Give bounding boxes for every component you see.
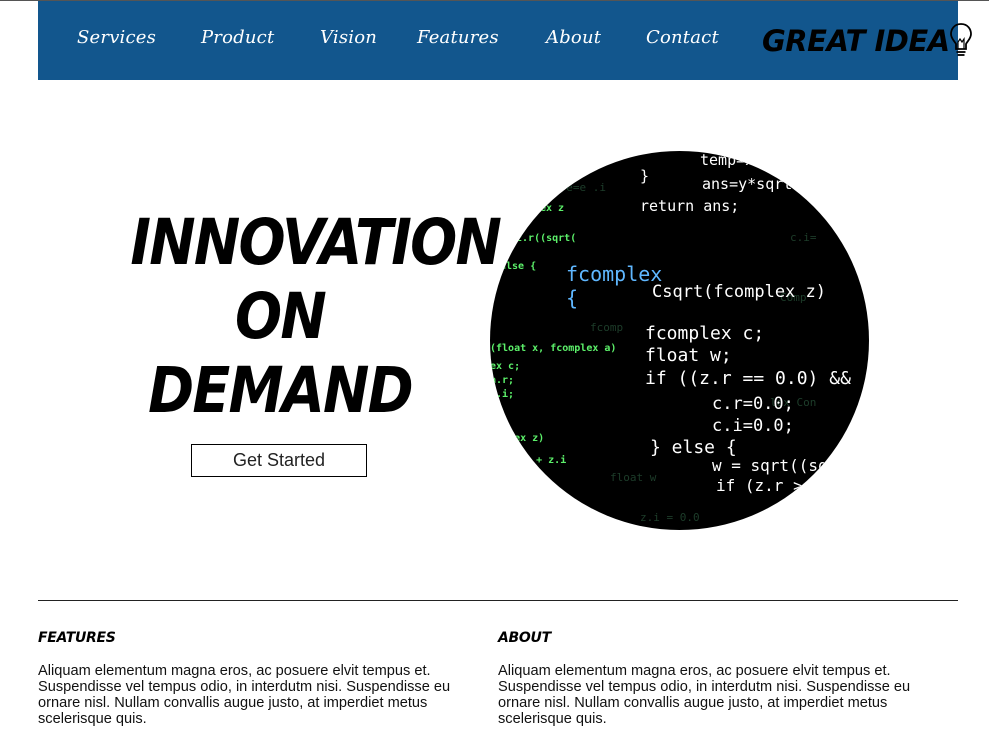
hero-title-line-3: DEMAND — [148, 354, 414, 427]
svg-text:Csqrt(fcomplex z): Csqrt(fcomplex z) — [652, 282, 826, 302]
nav-link-about[interactable]: About — [546, 27, 601, 49]
section-divider — [38, 600, 958, 601]
svg-text:omplex z): omplex z) — [490, 433, 544, 444]
nav-link-product[interactable]: Product — [201, 27, 274, 49]
logo[interactable]: GREAT IDEA — [762, 19, 974, 63]
nav-link-vision[interactable]: Vision — [320, 27, 377, 49]
about-heading: ABOUT — [498, 630, 551, 646]
svg-text:r=r=z.r =: r=r=z.r = — [500, 491, 560, 504]
svg-text:temp=x/y;: temp=x/y; — [700, 151, 781, 169]
svg-text:z.i = 0.0: z.i = 0.0 — [640, 511, 700, 524]
svg-text:c.i=: c.i= — [790, 231, 817, 244]
svg-text:ex z: ex z — [540, 203, 564, 214]
svg-text:else {: else { — [500, 261, 536, 272]
svg-text:a.i;: a.i; — [490, 388, 514, 400]
svg-text:c.i=0.0;: c.i=0.0; — [712, 416, 794, 436]
svg-text:float w: float w — [610, 471, 657, 484]
svg-text:w = sqrt((sqrt(z.r: w = sqrt((sqrt(z.r — [712, 456, 869, 475]
svg-text:if (z.r >= 0.0) {: if (z.r >= 0.0) { — [716, 476, 869, 495]
svg-text:}: } — [640, 167, 649, 185]
features-text: Aliquam elementum magna eros, ac posuere… — [38, 663, 451, 727]
svg-text:return ans;: return ans; — [640, 197, 739, 215]
svg-text:{: { — [566, 286, 578, 310]
svg-text:fcomplex: fcomplex — [566, 262, 662, 286]
svg-text:} else {: } else { — [650, 437, 737, 458]
svg-text:ex c;: ex c; — [490, 361, 520, 372]
hero-title-line-1: INNOVATION — [130, 206, 501, 279]
nav-link-contact[interactable]: Contact — [646, 27, 719, 49]
nav-link-features[interactable]: Features — [417, 27, 499, 49]
nav-link-services[interactable]: Services — [77, 27, 156, 49]
lightbulb-icon — [949, 23, 972, 56]
svg-text:(float x, fcomplex a): (float x, fcomplex a) — [490, 343, 616, 354]
features-heading: FEATURES — [38, 630, 116, 646]
svg-text:r=z.r + z.i: r=z.r + z.i — [500, 454, 566, 466]
svg-text:ans=y*sqrt(1.0+temp*temp: ans=y*sqrt(1.0+temp*temp — [702, 175, 869, 193]
svg-text:(z.r((sqrt(: (z.r((sqrt( — [510, 233, 576, 244]
svg-text:c.r=0.0;: c.r=0.0; — [712, 394, 794, 414]
svg-text:float w;: float w; — [645, 345, 732, 366]
get-started-button[interactable]: Get Started — [191, 444, 367, 477]
svg-text:fcomp: fcomp — [590, 321, 623, 334]
about-text: Aliquam elementum magna eros, ac posuere… — [498, 663, 911, 727]
logo-text: GREAT IDEA — [762, 24, 950, 58]
svg-text:c.r =: c.r = — [780, 499, 822, 515]
svg-text:if ((z.r == 0.0) && (z.i == 0.: if ((z.r == 0.0) && (z.i == 0.0)) { — [645, 368, 869, 389]
navbar: Services Product Vision Features About C… — [38, 1, 972, 80]
hero-title-line-2: ON — [234, 280, 327, 353]
svg-text:=e-1 ;r_c.e=e .i: =e-1 ;r_c.e=e .i — [500, 181, 606, 194]
svg-text:fcomplex c;: fcomplex c; — [645, 323, 764, 344]
svg-text:a.r;: a.r; — [490, 375, 514, 386]
code-screen-image: =e-1 ;r_c.e=e .i c.i= Comp fcomp lex Con… — [490, 151, 869, 530]
hero-title: INNOVATION ON DEMAND — [130, 206, 501, 428]
